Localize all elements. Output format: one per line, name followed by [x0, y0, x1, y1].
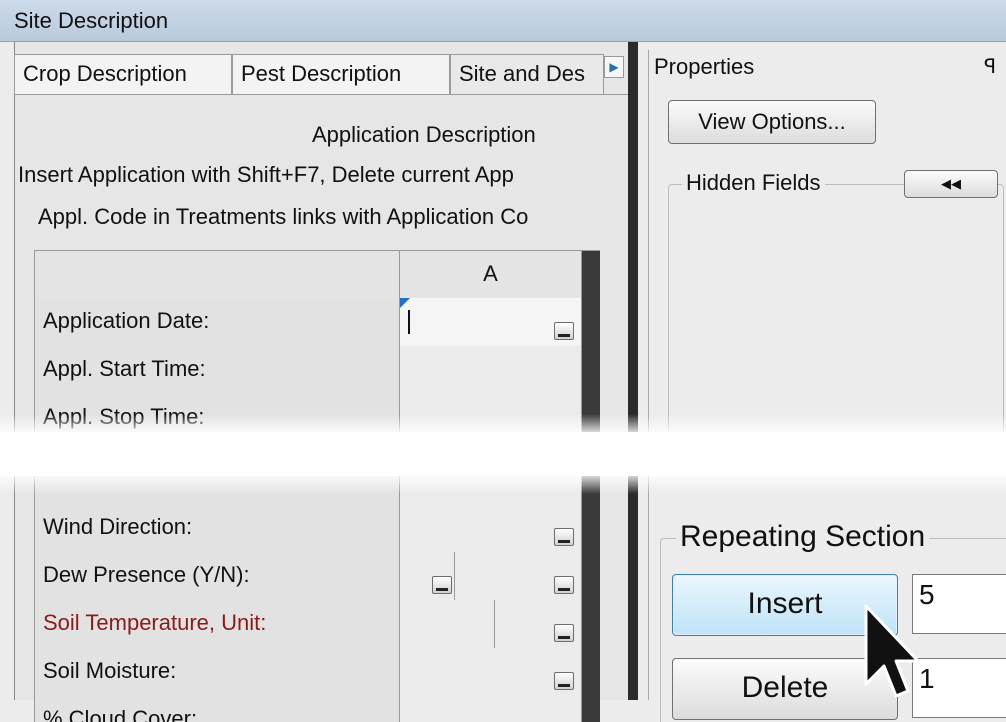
text-cursor: [408, 310, 410, 334]
delete-count-field[interactable]: 1: [912, 658, 1006, 718]
grid-scroll-edge: [582, 346, 600, 394]
grid-scroll-edge: [582, 696, 600, 722]
table-row: % Cloud Cover:: [34, 696, 600, 722]
cloud-cover-cell[interactable]: [400, 696, 582, 722]
tab-divider: [14, 94, 628, 95]
wind-direction-cell[interactable]: [400, 504, 582, 552]
window-title: Site Description: [14, 8, 169, 33]
row-label-required: Soil Temperature, Unit:: [34, 600, 400, 648]
dropdown-icon[interactable]: [554, 576, 574, 594]
dropdown-icon[interactable]: [554, 624, 574, 642]
hidden-fields-group: [668, 184, 1004, 432]
grid-scroll-edge: [582, 648, 600, 696]
grid-scroll-edge: [582, 552, 600, 600]
table-row: Soil Moisture:: [34, 648, 600, 696]
soil-temperature-cell[interactable]: [400, 600, 582, 648]
dropdown-icon[interactable]: [554, 528, 574, 546]
application-date-cell[interactable]: [400, 298, 582, 346]
grid-scroll-edge: [582, 298, 600, 346]
row-label: Appl. Start Time:: [34, 346, 400, 394]
window-titlebar: Site Description: [0, 0, 1006, 42]
table-row: Soil Temperature, Unit:: [34, 600, 600, 648]
subcell-divider: [454, 552, 455, 600]
grid-header-row: A: [34, 250, 600, 299]
grid-scroll-edge: [582, 251, 600, 299]
tab-scroll-right-icon[interactable]: ▶: [604, 56, 624, 78]
appl-start-time-cell[interactable]: [400, 346, 582, 394]
dropdown-icon[interactable]: [554, 672, 574, 690]
repeating-section-title: Repeating Section: [676, 520, 930, 554]
screenshot-break: [0, 414, 1006, 494]
tab-pest-description[interactable]: Pest Description: [232, 54, 450, 94]
window-top-crop: Site Description Crop Description Pest D…: [0, 0, 1006, 432]
dropdown-icon[interactable]: [554, 322, 574, 340]
collapse-hidden-fields-button[interactable]: ◀◀: [904, 170, 998, 198]
insert-count-field[interactable]: 5: [912, 574, 1006, 634]
table-row: Wind Direction:: [34, 504, 600, 552]
grid-corner-cell: [34, 251, 400, 299]
pane-splitter[interactable]: [628, 42, 638, 432]
tab-site-and-description[interactable]: Site and Des: [450, 54, 604, 94]
row-label: % Cloud Cover:: [34, 696, 400, 722]
note-text: Appl. Code in Treatments links with Appl…: [38, 204, 529, 229]
row-label: Soil Moisture:: [34, 648, 400, 696]
mouse-pointer-icon: [864, 604, 918, 698]
column-header-a[interactable]: A: [400, 251, 582, 299]
grid-scroll-edge: [582, 504, 600, 552]
dropdown-icon[interactable]: [432, 576, 452, 594]
instruction-text: Insert Application with Shift+F7, Delete…: [18, 162, 514, 187]
collapse-icon: ◀◀: [941, 176, 961, 191]
pane-splitter[interactable]: [628, 476, 638, 700]
table-row: Dew Presence (Y/N):: [34, 552, 600, 600]
dew-presence-cell[interactable]: [400, 552, 582, 600]
table-row: Application Date:: [34, 298, 600, 346]
grid-scroll-edge: [582, 600, 600, 648]
subcell-divider: [494, 600, 495, 648]
table-row: Appl. Start Time:: [34, 346, 600, 394]
properties-header: Properties ꟼ: [654, 54, 997, 79]
row-label: Application Date:: [34, 298, 400, 346]
pin-icon[interactable]: ꟼ: [984, 54, 996, 79]
active-cell-marker-icon: [400, 298, 410, 308]
hidden-fields-label: Hidden Fields: [682, 170, 825, 196]
view-options-button[interactable]: View Options...: [668, 100, 876, 144]
window-bottom-crop: Wind Direction: Dew Presence (Y/N): Soil…: [0, 476, 1006, 722]
tab-crop-description[interactable]: Crop Description: [14, 54, 232, 94]
row-label: Dew Presence (Y/N):: [34, 552, 400, 600]
section-title: Application Description: [312, 122, 536, 147]
soil-moisture-cell[interactable]: [400, 648, 582, 696]
row-label: Wind Direction:: [34, 504, 400, 552]
